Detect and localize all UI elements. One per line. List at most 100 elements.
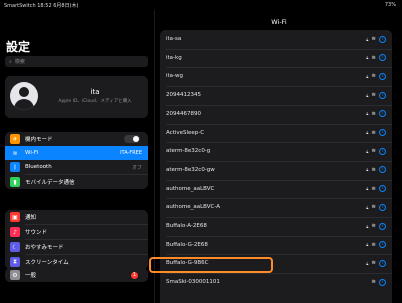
info-icon[interactable]: i <box>379 91 386 99</box>
network-name: Buffalo-G-2E68 <box>166 241 208 248</box>
wifi-network-row[interactable]: Buffalo-G-2E68 🔒︎ ≋ i <box>160 236 392 254</box>
network-status-icons: 🔒︎≋i <box>366 203 386 211</box>
network-status-icons: 🔒︎≋i <box>366 72 386 80</box>
wifi-network-row[interactable]: ita-kg 🔒︎ ≋ i <box>160 49 392 67</box>
avatar <box>10 82 38 110</box>
lock-icon: 🔒︎ <box>366 167 369 173</box>
sidebar-item-notifications[interactable]: ▣ 通知 <box>5 210 148 224</box>
divider <box>166 254 392 256</box>
settings-group-notifications: ▣ 通知 ♪ サウンド ☾ おやすみモード ⧗ スクリーンタイム <box>5 210 148 269</box>
info-icon[interactable]: i <box>379 72 386 80</box>
sidebar-item-cellular[interactable]: ▮ モバイルデータ通信 <box>5 175 148 189</box>
network-name: SmaSki-030001101 <box>166 279 220 286</box>
info-icon[interactable]: i <box>379 129 386 136</box>
lock-icon: 🔒︎ <box>366 260 369 266</box>
network-status-icons: 🔒︎≋i <box>366 129 386 136</box>
lock-icon: 🔒︎ <box>366 242 369 248</box>
info-icon[interactable]: i <box>379 54 386 62</box>
sidebar-item-general[interactable]: ⚙ 一般 1 <box>5 268 148 282</box>
network-status-icons: 🔒︎≋i <box>366 166 386 174</box>
sidebar-item-label: おやすみモード <box>25 245 64 251</box>
wifi-network-row[interactable]: 2094412345 🔒︎ ≋ i <box>160 86 392 104</box>
network-name: ActiveSleep-C <box>166 129 205 136</box>
settings-group-general: ⚙ 一般 1 <box>5 268 148 282</box>
network-status-icons: 🔒︎≋i <box>366 147 386 155</box>
network-name: Buffalo-A-2E68 <box>166 223 207 229</box>
sidebar-item-label: サウンド <box>25 230 48 236</box>
search-icon: ⌕ <box>9 58 12 65</box>
sidebar-item-bluetooth[interactable]: ᛒ Bluetooth オフ <box>5 160 148 174</box>
lock-icon: 🔒︎ <box>366 148 369 154</box>
cellular-icon: ▮ <box>10 177 20 187</box>
sidebar-item-wifi[interactable]: ≋ Wi-Fi ITA-FREE <box>5 146 148 160</box>
sidebar-item-airplane-mode[interactable]: ✈ 機内モード <box>5 132 148 146</box>
moon-icon: ☾ <box>10 242 20 252</box>
wifi-signal-icon: ≋ <box>371 129 376 136</box>
search-placeholder: 検索 <box>14 59 25 65</box>
info-icon[interactable]: i <box>379 203 386 211</box>
info-icon[interactable]: i <box>379 241 386 249</box>
info-icon[interactable]: i <box>379 110 386 118</box>
divider <box>166 123 392 125</box>
lock-icon: 🔒︎ <box>366 223 369 229</box>
wifi-signal-icon: ≋ <box>371 223 376 229</box>
network-status-icons: 🔒︎≋i <box>366 185 386 193</box>
update-badge: 1 <box>131 271 138 279</box>
wifi-network-row[interactable]: Buffalo-A-2E68 🔒︎ ≋ i <box>160 217 392 235</box>
info-icon[interactable]: i <box>379 35 386 43</box>
divider <box>166 86 392 88</box>
sidebar-item-label: 機内モード <box>25 137 53 143</box>
search-input[interactable]: ⌕ 検索 <box>5 56 148 67</box>
wifi-network-row[interactable]: SmaSki-030001101 🔒︎≋i <box>160 273 392 291</box>
network-name: authome_aaLBVC <box>166 185 215 192</box>
network-status-icons: 🔒︎≋i <box>371 278 386 286</box>
network-status-icons: 🔒︎≋i <box>366 259 386 267</box>
network-status-icons: 🔒︎≋i <box>366 110 386 118</box>
divider <box>166 160 392 162</box>
wifi-current-network: ITA-FREE <box>120 150 142 156</box>
info-icon[interactable]: i <box>379 278 386 286</box>
sidebar-item-sounds[interactable]: ♪ サウンド <box>5 225 148 239</box>
lock-icon: 🔒︎ <box>366 73 369 79</box>
wifi-network-row[interactable]: ActiveSleep-C 🔒︎ ≋ i <box>160 124 392 142</box>
lock-icon: 🔒︎ <box>366 130 369 135</box>
wifi-signal-icon: ≋ <box>371 54 376 61</box>
wifi-network-row[interactable]: aterm-8e32c0-gw 🔒︎ ≋ i <box>160 161 392 179</box>
info-icon[interactable]: i <box>379 222 386 230</box>
network-status-icons: 🔒︎≋i <box>366 35 386 43</box>
network-name: 2094412345 <box>166 92 201 99</box>
network-name: aterm-8e32c0-gw <box>166 166 215 173</box>
info-icon[interactable]: i <box>379 185 386 193</box>
lock-icon: 🔒︎ <box>366 92 369 98</box>
info-icon[interactable]: i <box>379 259 386 267</box>
network-name: 2094467890 <box>166 110 201 117</box>
divider <box>166 273 392 275</box>
sidebar-item-screen-time[interactable]: ⧗ スクリーンタイム <box>5 255 148 269</box>
sidebar-item-do-not-disturb[interactable]: ☾ おやすみモード <box>5 240 148 254</box>
sidebar-item-label: モバイルデータ通信 <box>25 180 75 186</box>
panel-title: Wi-Fi <box>271 18 287 26</box>
wifi-network-row[interactable]: 2094467890 🔒︎ ≋ i <box>160 105 392 123</box>
divider <box>166 198 392 200</box>
wifi-signal-icon: ≋ <box>371 36 376 42</box>
hourglass-icon: ⧗ <box>10 257 20 267</box>
settings-group-connectivity: ✈ 機内モード ≋ Wi-Fi ITA-FREE ᛒ Bluetooth オフ … <box>5 132 148 189</box>
wifi-network-row[interactable]: ita-wg 🔒︎ ≋ i <box>160 67 392 85</box>
wifi-network-row[interactable]: authome_aaLBVC-A 🔒︎ ≋ i <box>160 198 392 216</box>
wifi-network-row[interactable]: ita-sa 🔒︎ ≋ i <box>160 30 392 48</box>
wifi-network-row[interactable]: aterm-8e32c0-g 🔒︎ ≋ i <box>160 142 392 160</box>
profile-name: ita <box>90 88 100 96</box>
sidebar-item-label: Wi-Fi <box>25 150 39 156</box>
lock-icon: 🔒︎ <box>366 36 369 42</box>
profile-card[interactable]: ita Apple ID、iCloud、メディアと購入 <box>5 76 148 118</box>
info-icon[interactable]: i <box>379 166 386 174</box>
airplane-mode-toggle[interactable] <box>124 135 140 143</box>
info-icon[interactable]: i <box>379 147 386 155</box>
battery-indicator: 73% <box>384 2 396 8</box>
wifi-signal-icon: ≋ <box>371 204 376 211</box>
divider <box>166 217 392 218</box>
wifi-icon: ≋ <box>10 148 20 158</box>
bluetooth-status: オフ <box>131 164 142 171</box>
wifi-network-row[interactable]: authome_aaLBVC 🔒︎ ≋ i <box>160 180 392 198</box>
network-name: authome_aaLBVC-A <box>166 204 220 211</box>
